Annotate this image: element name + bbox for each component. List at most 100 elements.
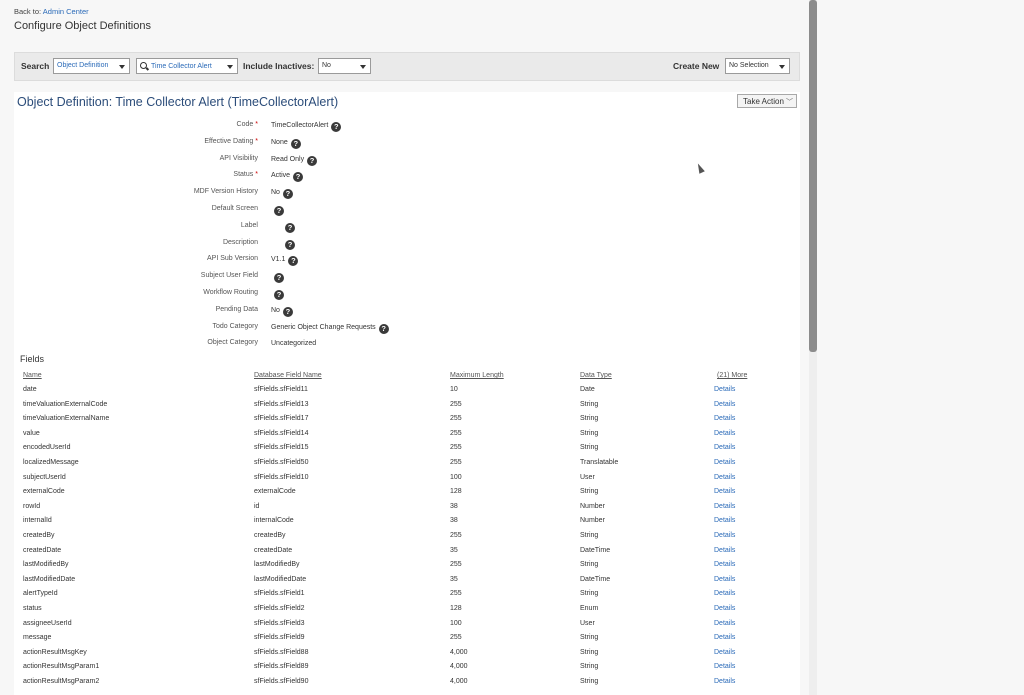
table-row: timeValuationExternalName sfFields.sfFiel… xyxy=(14,412,800,427)
create-new-label: Create New xyxy=(673,61,720,71)
database-field-name: createdBy xyxy=(254,532,286,539)
column-header-name[interactable]: Name xyxy=(23,372,42,379)
data-type: User xyxy=(580,619,595,627)
field-name: lastModifiedBy xyxy=(23,561,69,569)
details-link[interactable]: Details xyxy=(714,663,735,670)
property-label-text: Label xyxy=(240,221,258,229)
help-icon[interactable]: ? xyxy=(274,273,284,284)
field-name: lastModifiedDate xyxy=(23,575,76,583)
data-type: String xyxy=(580,590,599,598)
details-link[interactable]: Details xyxy=(714,678,735,685)
help-icon[interactable]: ? xyxy=(274,206,284,216)
maximum-length: 255 xyxy=(450,444,462,452)
help-icon[interactable]: ? xyxy=(282,189,293,200)
details-link[interactable]: Details xyxy=(714,401,735,408)
help-icon[interactable]: ? xyxy=(274,290,284,300)
maximum-length: 255 xyxy=(450,532,462,539)
maximum-length: 100 xyxy=(450,619,462,627)
property-label-text: Object Category xyxy=(207,339,258,347)
property-label-text: API Visibility xyxy=(219,154,258,162)
property-row: Subject User Field? xyxy=(14,272,514,284)
details-link[interactable]: Details xyxy=(714,605,735,612)
property-value: ? xyxy=(271,273,284,284)
property-value: TimeCollectorAlert? xyxy=(271,122,342,132)
help-icon[interactable]: ? xyxy=(282,306,293,317)
column-header-data-type[interactable]: Data Type xyxy=(580,372,612,379)
required-marker: * xyxy=(255,171,258,179)
database-field-name: id xyxy=(254,502,260,510)
table-row: actionResultMsgParam1 sfFields.sfField89 4… xyxy=(14,660,800,675)
property-value: ? xyxy=(271,206,284,216)
property-label-text: Description xyxy=(222,238,258,246)
details-link[interactable]: Details xyxy=(714,459,735,466)
column-header-maximum-length[interactable]: Maximum Length xyxy=(450,372,504,379)
details-link[interactable]: Details xyxy=(714,547,735,554)
details-link[interactable]: Details xyxy=(714,561,735,568)
help-icon[interactable]: ? xyxy=(285,239,295,250)
chevron-down-icon xyxy=(360,65,366,69)
data-type: String xyxy=(580,648,599,656)
data-type: String xyxy=(580,561,599,569)
help-icon[interactable]: ? xyxy=(285,222,295,233)
details-link[interactable]: Details xyxy=(714,532,735,539)
include-inactives-select[interactable]: No xyxy=(318,58,371,74)
maximum-length: 255 xyxy=(450,415,462,423)
details-link[interactable]: Details xyxy=(714,444,735,451)
details-link[interactable]: Details xyxy=(714,576,735,583)
field-name: externalCode xyxy=(23,488,65,496)
help-icon[interactable]: ? xyxy=(378,323,389,334)
property-label: Object Category xyxy=(14,339,258,346)
field-name: timeValuationExternalName xyxy=(23,415,110,423)
table-row: createdDate createdDate 35 DateTime Details xyxy=(14,544,800,559)
database-field-name: sfFields.sfField50 xyxy=(254,459,309,466)
property-label: MDF Version History xyxy=(14,188,258,195)
details-link[interactable]: Details xyxy=(714,474,735,481)
property-row: Effective Dating * None? xyxy=(14,138,514,150)
help-icon[interactable]: ? xyxy=(288,256,299,267)
property-label: Status * xyxy=(14,171,258,178)
details-link[interactable]: Details xyxy=(714,488,735,495)
help-icon[interactable]: ? xyxy=(290,138,301,149)
maximum-length: 128 xyxy=(450,488,462,496)
property-label: Description xyxy=(14,239,258,246)
create-new-select[interactable]: No Selection xyxy=(725,58,790,74)
property-value: Read Only? xyxy=(271,155,318,166)
scrollbar-thumb[interactable] xyxy=(809,0,817,352)
table-row: lastModifiedBy lastModifiedBy 255 String Det… xyxy=(14,558,800,573)
more-columns-link[interactable]: (21) More xyxy=(717,372,747,379)
field-name: assigneeUserId xyxy=(23,619,72,627)
property-value: ? xyxy=(271,290,284,300)
details-link[interactable]: Details xyxy=(714,386,735,393)
details-link[interactable]: Details xyxy=(714,415,735,422)
help-icon[interactable]: ? xyxy=(293,172,304,183)
details-link[interactable]: Details xyxy=(714,590,735,597)
column-header-database-field-name[interactable]: Database Field Name xyxy=(254,372,322,379)
field-name: actionResultMsgParam2 xyxy=(23,678,100,685)
admin-center-link[interactable]: Admin Center xyxy=(43,7,89,16)
maximum-length: 255 xyxy=(450,429,462,437)
field-name: alertTypeId xyxy=(23,590,58,598)
object-search-input[interactable]: Time Collector Alert xyxy=(136,58,238,74)
help-icon[interactable]: ? xyxy=(307,155,318,166)
search-icon xyxy=(140,62,147,69)
details-link[interactable]: Details xyxy=(714,649,735,656)
field-name: subjectUserId xyxy=(23,473,66,481)
details-link[interactable]: Details xyxy=(714,634,735,641)
property-label: Code * xyxy=(14,121,258,128)
property-row: API Visibility Read Only? xyxy=(14,155,514,167)
field-name: localizedMessage xyxy=(23,459,79,466)
details-link[interactable]: Details xyxy=(714,517,735,524)
details-link[interactable]: Details xyxy=(714,503,735,510)
database-field-name: externalCode xyxy=(254,488,296,496)
help-icon[interactable]: ? xyxy=(331,122,342,132)
details-link[interactable]: Details xyxy=(714,430,735,437)
property-value-text: No xyxy=(271,189,280,197)
object-type-select[interactable]: Object Definition xyxy=(53,58,130,74)
take-action-button[interactable]: Take Action ﹀ xyxy=(737,94,797,108)
chevron-down-icon xyxy=(779,65,785,69)
details-link[interactable]: Details xyxy=(714,620,735,627)
maximum-length: 38 xyxy=(450,502,458,510)
field-name: status xyxy=(23,605,42,612)
property-label-text: Effective Dating xyxy=(204,137,254,145)
property-value: ? xyxy=(271,239,295,250)
